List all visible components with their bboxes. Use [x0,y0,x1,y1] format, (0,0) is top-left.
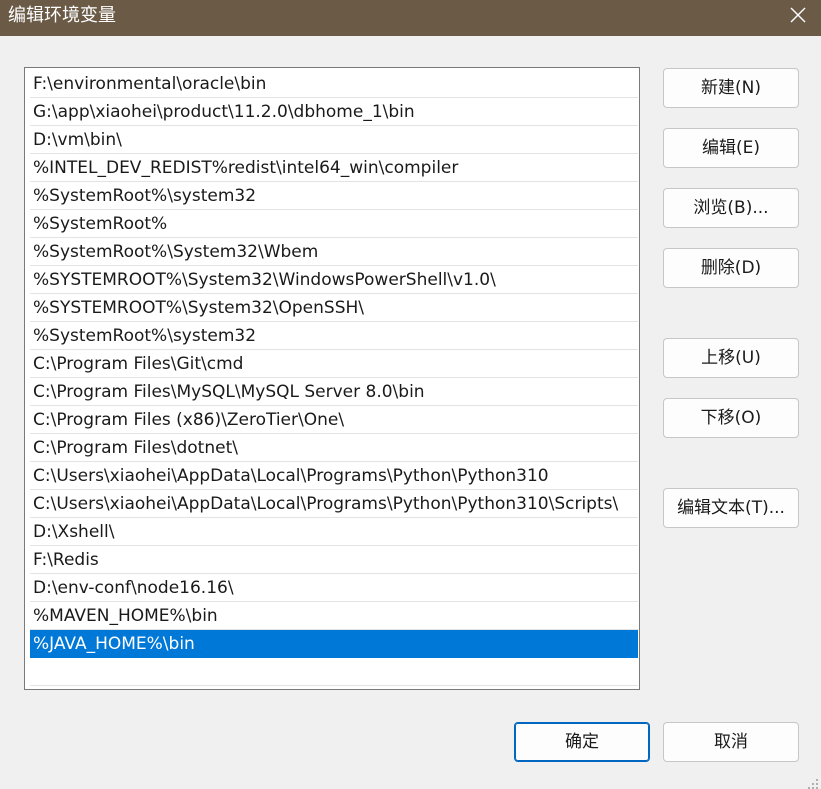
path-list-item[interactable]: C:\Program Files (x86)\ZeroTier\One\ [30,406,638,434]
path-list-item[interactable]: D:\env-conf\node16.16\ [30,574,638,602]
move-up-button[interactable]: 上移(U) [663,338,799,378]
path-list-item[interactable]: %SYSTEMROOT%\System32\WindowsPowerShell\… [30,266,638,294]
path-list-item[interactable]: %INTEL_DEV_REDIST%redist\intel64_win\com… [30,154,638,182]
new-button[interactable]: 新建(N) [663,68,799,108]
edit-text-button[interactable]: 编辑文本(T)... [663,488,799,528]
path-list-item[interactable]: C:\Program Files\dotnet\ [30,434,638,462]
path-list-item[interactable]: D:\vm\bin\ [30,126,638,154]
ok-button[interactable]: 确定 [514,722,650,762]
path-list-empty-row[interactable] [30,658,638,686]
path-list-item[interactable]: %MAVEN_HOME%\bin [30,602,638,630]
path-list-item[interactable]: F:\environmental\oracle\bin [30,70,638,98]
edit-button[interactable]: 编辑(E) [663,128,799,168]
window-title: 编辑环境变量 [8,5,116,26]
path-list-item[interactable]: D:\Xshell\ [30,518,638,546]
path-list-item[interactable]: C:\Program Files\Git\cmd [30,350,638,378]
path-list-item[interactable]: G:\app\xiaohei\product\11.2.0\dbhome_1\b… [30,98,638,126]
path-list-item[interactable]: %SystemRoot%\system32 [30,322,638,350]
cancel-button[interactable]: 取消 [663,722,799,762]
title-bar: 编辑环境变量 [0,0,821,36]
path-list-item[interactable]: C:\Program Files\MySQL\MySQL Server 8.0\… [30,378,638,406]
resize-grip-icon[interactable] [807,775,819,789]
delete-button[interactable]: 删除(D) [663,248,799,288]
edit-env-var-dialog: 编辑环境变量 F:\environmental\oracle\bin G:\app… [0,0,821,789]
move-down-button[interactable]: 下移(O) [663,398,799,438]
path-list-item[interactable]: %JAVA_HOME%\bin [30,630,638,658]
close-icon [790,7,806,23]
path-list[interactable]: F:\environmental\oracle\bin G:\app\xiaohe… [24,67,640,690]
path-list-item[interactable]: %SystemRoot%\system32 [30,182,638,210]
path-list-item[interactable]: F:\Redis [30,546,638,574]
close-button[interactable] [775,0,821,30]
browse-button[interactable]: 浏览(B)... [663,188,799,228]
path-list-item[interactable]: C:\Users\xiaohei\AppData\Local\Programs\… [30,490,638,518]
path-list-item[interactable]: %SYSTEMROOT%\System32\OpenSSH\ [30,294,638,322]
path-list-item[interactable]: C:\Users\xiaohei\AppData\Local\Programs\… [30,462,638,490]
path-list-item[interactable]: %SystemRoot% [30,210,638,238]
path-list-item[interactable]: %SystemRoot%\System32\Wbem [30,238,638,266]
